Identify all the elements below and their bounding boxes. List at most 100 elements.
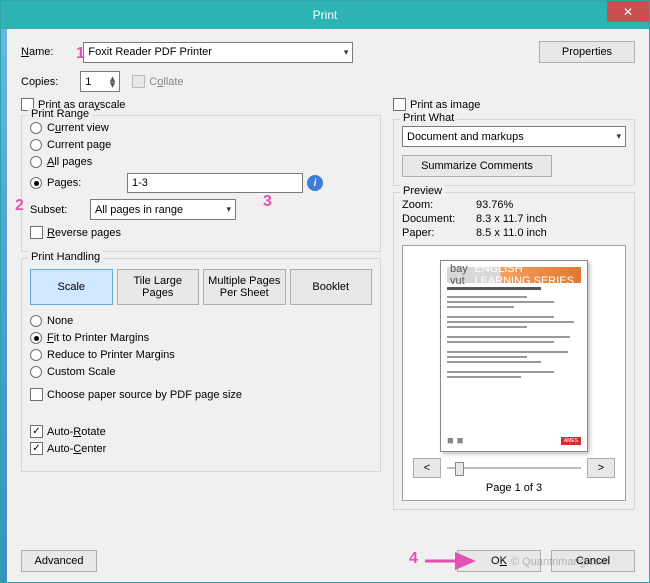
annotation-arrow: [423, 552, 483, 570]
annotation-3: 3: [263, 193, 272, 211]
summarize-comments-button[interactable]: Summarize Comments: [402, 155, 552, 177]
auto-rotate-checkbox[interactable]: [30, 425, 43, 438]
auto-center-row[interactable]: Auto-Center: [30, 442, 372, 455]
advanced-button[interactable]: Advanced: [21, 550, 97, 572]
current-view-radio-row[interactable]: Current view: [30, 122, 372, 134]
choose-source-label: Choose paper source by PDF page size: [47, 389, 242, 401]
dialog-content: Name: Foxit Reader PDF Printer ▾ Propert…: [1, 29, 649, 582]
reverse-pages-label: Reverse pages: [47, 227, 121, 239]
document-info: Document: 8.3 x 11.7 inch: [402, 213, 626, 225]
page-indicator: Page 1 of 3: [413, 482, 615, 494]
doc-header: bay vut ENGLISH LEARNING SERIES: [447, 267, 581, 283]
right-column: Print as image Print What Document and m…: [393, 98, 635, 542]
auto-rotate-row[interactable]: Auto-Rotate: [30, 425, 372, 438]
annotation-2: 2: [15, 197, 24, 215]
properties-button[interactable]: Properties: [539, 41, 635, 63]
tab-multiple-pages[interactable]: Multiple PagesPer Sheet: [203, 269, 286, 305]
all-pages-radio-row[interactable]: All pages: [30, 156, 372, 168]
tab-scale[interactable]: Scale: [30, 269, 113, 305]
preview-nav: < >: [413, 458, 615, 478]
reduce-radio[interactable]: [30, 349, 42, 361]
chevron-right-icon: >: [598, 462, 604, 474]
document-value: 8.3 x 11.7 inch: [476, 213, 547, 225]
fit-radio[interactable]: [30, 332, 42, 344]
window-title: Print: [313, 8, 338, 22]
paper-value: 8.5 x 11.0 inch: [476, 227, 547, 239]
print-what-value: Document and markups: [407, 131, 524, 143]
custom-scale-radio-row[interactable]: Custom Scale: [30, 366, 372, 378]
left-column: Print as grayscale Print Range Current v…: [21, 98, 381, 542]
pages-label: Pages:: [47, 177, 127, 189]
none-radio[interactable]: [30, 315, 42, 327]
auto-center-label: Auto-Center: [47, 443, 106, 455]
collate-label: Collate: [149, 76, 183, 88]
all-pages-radio[interactable]: [30, 156, 42, 168]
print-as-image-label: Print as image: [410, 99, 480, 111]
ames-badge: AMES: [561, 437, 581, 445]
printer-row: Name: Foxit Reader PDF Printer ▾ Propert…: [21, 41, 635, 63]
custom-scale-label: Custom Scale: [47, 366, 115, 378]
pages-radio[interactable]: [30, 177, 42, 189]
custom-scale-radio[interactable]: [30, 366, 42, 378]
reverse-pages-row[interactable]: Reverse pages: [30, 226, 372, 239]
subset-row: Subset: All pages in range ▾: [30, 199, 372, 220]
print-handling-fieldset: Print Handling Scale Tile LargePages Mul…: [21, 258, 381, 472]
printer-selected-value: Foxit Reader PDF Printer: [88, 46, 211, 58]
all-pages-label: All pages: [47, 156, 92, 168]
reverse-pages-checkbox[interactable]: [30, 226, 43, 239]
subset-value: All pages in range: [95, 204, 183, 216]
print-dialog: Print ✕ Name: Foxit Reader PDF Printer ▾…: [0, 0, 650, 583]
choose-source-checkbox[interactable]: [30, 388, 43, 401]
none-radio-row[interactable]: None: [30, 315, 372, 327]
doc-footer: ■ ■ AMES: [447, 435, 581, 447]
doc-title-line: [447, 287, 541, 290]
tab-booklet[interactable]: Booklet: [290, 269, 373, 305]
fit-label: Fit to Printer Margins: [47, 332, 149, 344]
document-preview: bay vut ENGLISH LEARNING SERIES: [440, 260, 588, 452]
preview-fieldset: Preview Zoom: 93.76% Document: 8.3 x 11.…: [393, 192, 635, 510]
copies-value: 1: [85, 76, 91, 88]
subset-label: Subset:: [30, 204, 90, 216]
current-page-radio-row[interactable]: Current page: [30, 139, 372, 151]
prev-page-button[interactable]: <: [413, 458, 441, 478]
page-slider[interactable]: [447, 458, 581, 478]
printer-select[interactable]: Foxit Reader PDF Printer ▾: [83, 42, 353, 63]
auto-center-checkbox[interactable]: [30, 442, 43, 455]
auto-rotate-label: Auto-Rotate: [47, 426, 106, 438]
copies-label: Copies:: [21, 76, 58, 88]
next-page-button[interactable]: >: [587, 458, 615, 478]
current-view-radio[interactable]: [30, 122, 42, 134]
chevron-down-icon: ▾: [616, 131, 621, 142]
collate-checkbox: [132, 75, 145, 88]
handling-tabs: Scale Tile LargePages Multiple PagesPer …: [30, 269, 372, 305]
print-range-fieldset: Print Range Current view Current page Al…: [21, 115, 381, 252]
pages-radio-row: Pages: i: [30, 173, 372, 193]
close-icon: ✕: [623, 5, 633, 19]
copies-row: Copies: 1 ▴▾ Collate: [21, 71, 635, 92]
fit-radio-row[interactable]: Fit to Printer Margins: [30, 332, 372, 344]
tab-tile-large[interactable]: Tile LargePages: [117, 269, 200, 305]
choose-source-row[interactable]: Choose paper source by PDF page size: [30, 388, 372, 401]
preview-box: bay vut ENGLISH LEARNING SERIES: [402, 245, 626, 501]
reduce-radio-row[interactable]: Reduce to Printer Margins: [30, 349, 372, 361]
current-page-label: Current page: [47, 139, 111, 151]
print-as-image-checkbox[interactable]: [393, 98, 406, 111]
copies-spinner[interactable]: 1 ▴▾: [80, 71, 120, 92]
name-label: Name:: [21, 46, 53, 58]
annotation-4: 4: [409, 550, 418, 568]
zoom-value: 93.76%: [476, 199, 513, 211]
subset-select[interactable]: All pages in range ▾: [90, 199, 236, 220]
watermark: © Quantrimang.com: [511, 556, 610, 568]
zoom-label: Zoom:: [402, 199, 476, 211]
window-left-edge: [1, 1, 7, 582]
current-page-radio[interactable]: [30, 139, 42, 151]
print-what-fieldset: Print What Document and markups ▾ Summar…: [393, 119, 635, 186]
print-what-select[interactable]: Document and markups ▾: [402, 126, 626, 147]
print-as-image-row[interactable]: Print as image: [393, 98, 635, 111]
info-icon[interactable]: i: [307, 175, 323, 191]
pages-input[interactable]: [127, 173, 303, 193]
chevron-left-icon: <: [424, 462, 430, 474]
paper-label: Paper:: [402, 227, 476, 239]
close-button[interactable]: ✕: [607, 1, 649, 22]
slider-thumb[interactable]: [455, 462, 464, 476]
